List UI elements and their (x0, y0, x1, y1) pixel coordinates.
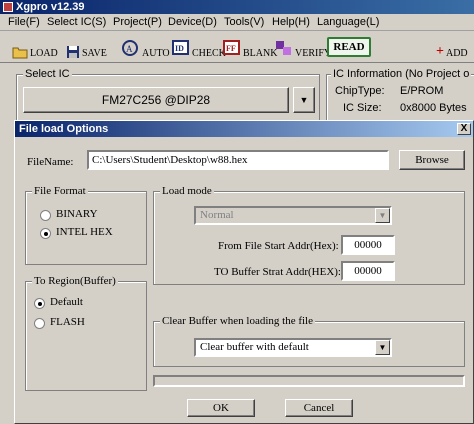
default-region-radio[interactable] (34, 298, 45, 309)
app-icon (3, 2, 13, 12)
read-button[interactable]: READ (327, 37, 371, 57)
select-ic-group: Select IC FM27C256 @DIP28 ▼ (16, 68, 320, 124)
floppy-disk-icon (67, 46, 79, 58)
blank-button[interactable]: FF BLANK (223, 35, 277, 59)
select-ic-label: Select IC (23, 68, 72, 80)
flash-region-label: FLASH (50, 316, 85, 328)
ok-button[interactable]: OK (187, 399, 255, 417)
plus-icon: + (436, 44, 444, 59)
selected-ic-display[interactable]: FM27C256 @DIP28 (23, 87, 289, 113)
to-region-group: To Region(Buffer) Default FLASH (25, 275, 147, 391)
svg-text:FF: FF (226, 44, 236, 53)
id-check-icon: ID (172, 40, 189, 55)
load-button[interactable]: LOAD (12, 35, 58, 59)
chip-type-label: ChipType: (335, 85, 385, 97)
clear-buffer-group: Clear Buffer when loading the file Clear… (153, 315, 465, 367)
app-title: Xgpro v12.39 (16, 1, 85, 13)
add-button[interactable]: + ADD (436, 35, 468, 60)
menu-select-ic[interactable]: Select IC(S) (47, 16, 106, 28)
file-load-options-dialog: File load Options X FileName: C:\Users\S… (14, 120, 474, 424)
menu-device[interactable]: Device(D) (168, 16, 217, 28)
load-mode-label: Load mode (160, 185, 214, 197)
dialog-title: File load Options (19, 123, 109, 135)
chevron-down-icon: ▼ (375, 208, 390, 223)
filename-input[interactable]: C:\Users\Student\Desktop\w88.hex (87, 150, 389, 170)
filename-label: FileName: (27, 156, 74, 168)
menu-tools[interactable]: Tools(V) (224, 16, 264, 28)
ic-info-group: IC Information (No Project o ChipType: E… (326, 68, 474, 124)
load-mode-select: Normal ▼ (194, 206, 392, 225)
menu-language[interactable]: Language(L) (317, 16, 379, 28)
select-ic-dropdown-button[interactable]: ▼ (293, 87, 315, 113)
folder-open-icon (12, 47, 28, 59)
chevron-down-icon: ▼ (375, 340, 390, 355)
svg-text:ID: ID (175, 44, 184, 53)
ic-info-label: IC Information (No Project o (331, 68, 472, 80)
load-mode-group: Load mode Normal ▼ From File Start Addr(… (153, 185, 465, 285)
close-button[interactable]: X (457, 123, 471, 135)
save-button[interactable]: SAVE (66, 35, 107, 59)
auto-detect-icon: A (122, 40, 138, 56)
file-start-addr-label: From File Start Addr(Hex): (218, 240, 339, 252)
clear-buffer-select[interactable]: Clear buffer with default ▼ (194, 338, 392, 357)
menu-bar: File(F) Select IC(S) Project(P) Device(D… (0, 14, 474, 31)
buffer-start-addr-input[interactable]: 00000 (341, 261, 395, 281)
menu-file[interactable]: File(F) (8, 16, 40, 28)
progress-bar (153, 375, 465, 387)
intel-hex-radio[interactable] (40, 228, 51, 239)
verify-icon (276, 41, 291, 55)
chip-type-value: E/PROM (400, 85, 444, 97)
auto-button[interactable]: A AUTO (122, 35, 170, 59)
ic-size-label: IC Size: (343, 102, 382, 114)
default-region-label: Default (50, 296, 83, 308)
menu-help[interactable]: Help(H) (272, 16, 310, 28)
check-button[interactable]: ID CHECK (172, 35, 226, 59)
dialog-title-bar: File load Options X (15, 121, 473, 137)
flash-region-radio[interactable] (34, 318, 45, 329)
buffer-start-addr-label: TO Buffer Strat Addr(HEX): (214, 266, 341, 278)
binary-radio[interactable] (40, 210, 51, 221)
close-icon: X (460, 123, 468, 134)
verify-button[interactable]: VERIFY (275, 35, 331, 59)
binary-label: BINARY (56, 208, 98, 220)
svg-text:A: A (126, 44, 133, 54)
triangle-down-icon: ▼ (299, 95, 309, 105)
app-title-bar: Xgpro v12.39 (0, 0, 474, 14)
file-format-label: File Format (32, 185, 88, 197)
file-start-addr-input[interactable]: 00000 (341, 235, 395, 255)
cancel-button[interactable]: Cancel (285, 399, 353, 417)
toolbar: LOAD SAVE A AUTO ID CHECK FF BLANK VERIF… (0, 31, 474, 63)
blank-check-icon: FF (223, 40, 240, 55)
clear-buffer-label: Clear Buffer when loading the file (160, 315, 315, 327)
browse-button[interactable]: Browse (399, 150, 465, 170)
to-region-label: To Region(Buffer) (32, 275, 118, 287)
menu-project[interactable]: Project(P) (113, 16, 162, 28)
file-format-group: File Format BINARY INTEL HEX (25, 185, 147, 265)
intel-hex-label: INTEL HEX (56, 226, 113, 238)
ic-size-value: 0x8000 Bytes (400, 102, 467, 114)
